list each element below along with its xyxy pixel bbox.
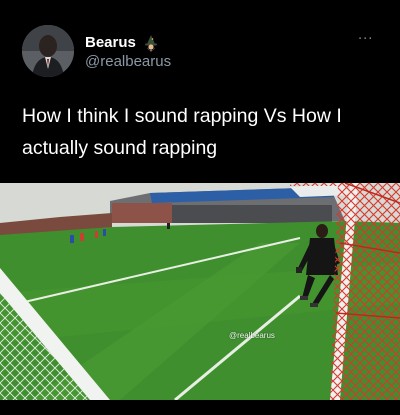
soccer-goal-scene xyxy=(0,183,400,400)
tweet-media-video[interactable]: @realbearus xyxy=(0,183,400,400)
tweet-card: Bearus @realbearus ··· How I think I sou… xyxy=(0,0,400,415)
wizard-emoji-icon xyxy=(142,34,160,52)
media-watermark: @realbearus xyxy=(229,331,275,340)
avatar[interactable] xyxy=(22,25,74,77)
tweet-text: How I think I sound rapping Vs How I act… xyxy=(22,105,342,159)
avatar-photo xyxy=(22,25,74,77)
more-options-icon[interactable]: ··· xyxy=(358,32,380,48)
display-name[interactable]: Bearus xyxy=(85,34,136,51)
user-handle[interactable]: @realbearus xyxy=(85,53,171,70)
